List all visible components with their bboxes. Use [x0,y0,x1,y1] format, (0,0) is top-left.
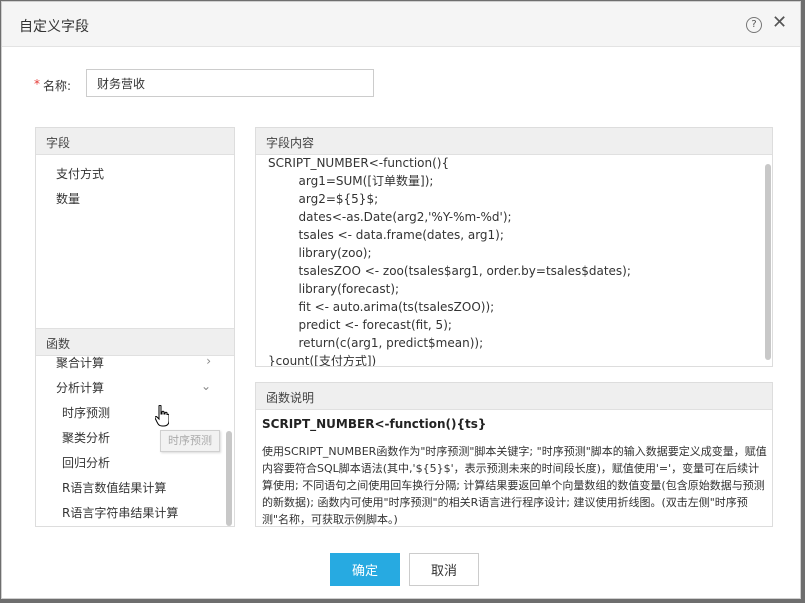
function-description-header-label: 函数说明 [266,391,315,405]
dialog-title: 自定义字段 [19,19,89,35]
hand-cursor-icon [155,405,169,427]
required-mark: * [34,77,40,91]
chevron-down-icon: ⌄ [200,379,211,393]
close-icon[interactable]: ✕ [772,13,787,33]
field-content-header-label: 字段内容 [266,136,315,150]
functions-header-label: 函数 [46,337,71,351]
function-group-label: 聚合计算 [56,356,105,370]
function-item-r-numeric[interactable]: R语言数值结果计算 [62,479,166,496]
editor-scrollbar[interactable] [765,164,771,360]
function-item-time-series[interactable]: 时序预测 [62,404,110,421]
functions-header: 函数 [36,328,234,356]
function-group-label: 分析计算 [56,381,105,395]
function-item-r-string[interactable]: R语言字符串结果计算 [62,504,178,521]
name-input[interactable] [86,69,374,97]
help-icon[interactable]: ? [746,17,762,33]
cancel-button[interactable]: 取消 [409,553,479,586]
function-group-analysis[interactable]: 分析计算 ⌄ [56,379,211,396]
custom-field-dialog: 自定义字段 ? ✕ * 名称: 字段 支付方式 数量 函数 聚合计算 › 分析计… [1,1,801,599]
field-content-header: 字段内容 [256,128,772,155]
field-item-quantity[interactable]: 数量 [56,190,80,207]
fields-header: 字段 [36,128,234,155]
function-signature: SCRIPT_NUMBER<-function(){ts} [262,417,487,431]
field-item-payment-method[interactable]: 支付方式 [56,165,104,182]
function-item-clustering[interactable]: 聚类分析 [62,429,110,446]
confirm-button[interactable]: 确定 [330,553,400,586]
dialog-titlebar: 自定义字段 ? ✕ [2,2,800,47]
fields-functions-panel: 字段 支付方式 数量 函数 聚合计算 › 分析计算 ⌄ 时序预测 聚类分析 回归… [35,127,235,527]
function-description-text: 使用SCRIPT_NUMBER函数作为"时序预测"脚本关键字; "时序预测"脚本… [262,445,767,526]
function-description-panel: 函数说明 SCRIPT_NUMBER<-function(){ts} 使用SCR… [255,382,773,527]
functions-scrollbar[interactable] [226,431,232,526]
tooltip: 时序预测 [160,430,220,452]
name-label: 名称: [43,79,72,93]
field-content-panel: 字段内容 SCRIPT_NUMBER<-function(){ arg1=SUM… [255,127,773,367]
function-description-header: 函数说明 [256,383,772,410]
function-item-regression[interactable]: 回归分析 [62,454,110,471]
fields-header-label: 字段 [46,136,71,150]
function-group-aggregate[interactable]: 聚合计算 › [56,354,211,371]
chevron-right-icon: › [206,354,211,368]
script-editor[interactable]: SCRIPT_NUMBER<-function(){ arg1=SUM([订单数… [268,154,758,366]
